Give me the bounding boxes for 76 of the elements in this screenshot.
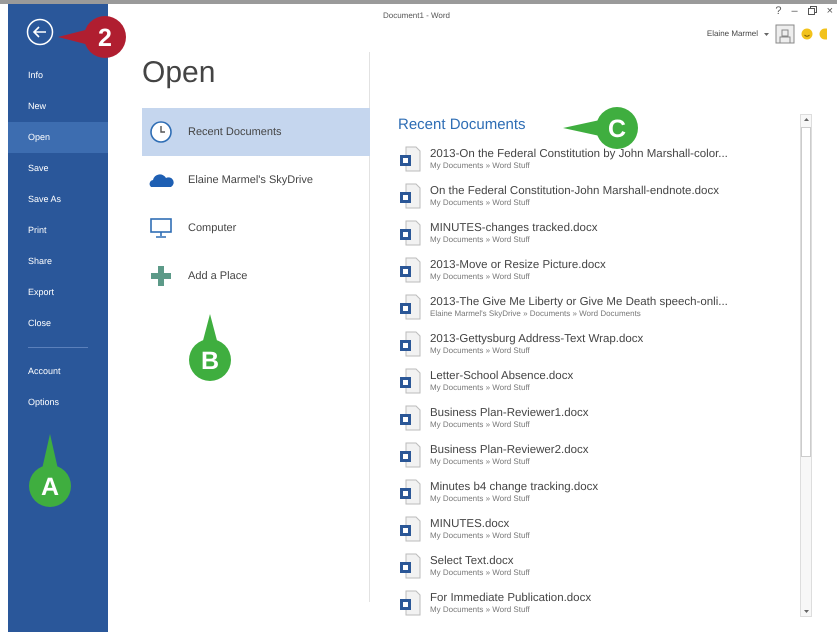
document-path: My Documents » Word Stuff [430,346,531,356]
sidebar-item[interactable]: Close [8,308,108,339]
word-document-icon [399,553,421,579]
smiley-icon[interactable] [801,28,813,40]
restore-icon[interactable] [808,6,817,15]
document-path: My Documents » Word Stuff [430,235,531,246]
document-path: My Documents » Word Stuff [430,161,531,172]
place-item[interactable]: Elaine Marmel's SkyDrive [142,156,370,204]
word-document-icon [399,146,421,172]
place-item[interactable]: Add a Place [142,252,370,300]
document-name[interactable]: On the Federal Constitution-John Marshall-endnote.docx [430,184,719,198]
cloud-icon [148,172,174,188]
document-path: My Documents » Word Stuff [430,531,530,542]
sidebar-item[interactable]: Account [8,356,108,387]
word-document-icon [399,479,421,505]
document-path: My Documents » Word Stuff [430,605,531,616]
document-path: My Documents » Word Stuff [430,494,531,504]
document-name[interactable]: For Immediate Publication.docx [430,590,592,606]
word-document-icon [399,368,421,394]
place-item[interactable]: Computer [142,204,370,252]
close-button[interactable]: × [826,6,833,17]
dropdown-caret-icon[interactable] [764,32,769,36]
word-document-icon [399,257,421,283]
document-path: My Documents » Word Stuff [430,198,531,208]
document-name[interactable]: Business Plan-Reviewer1.docx [430,406,589,420]
document-name[interactable]: MINUTES-changes tracked.docx [430,220,598,236]
sidebar-item[interactable]: Export [8,277,108,308]
document-name[interactable]: 2013-On the Federal Constitution by John Marshall-color... [430,146,728,162]
scroll-down-icon[interactable] [804,610,808,613]
document-name[interactable]: 2013-Gettysburg Address-Text Wrap.docx [430,332,644,346]
plus-icon [150,265,172,287]
word-document-icon [399,220,421,246]
sidebar-item[interactable]: Info [8,60,108,91]
document-name[interactable]: 2013-The Give Me Liberty or Give Me Death speech-onli... [430,294,728,310]
sidebar-item[interactable]: Share [8,246,108,277]
word-document-icon [399,294,421,320]
place-item[interactable]: Recent Documents [142,108,370,156]
word-document-icon [399,183,421,209]
callout-label: 2 [98,24,112,52]
callout-label: C [608,115,626,143]
document-name[interactable]: MINUTES.docx [430,516,530,532]
word-document-icon [399,516,421,542]
document-path: My Documents » Word Stuff [430,420,531,430]
document-path: My Documents » Word Stuff [430,272,531,282]
page-heading: Open [142,58,216,88]
callout-label: A [40,473,60,501]
word-document-icon [399,442,421,468]
help-button[interactable]: ? [775,6,782,17]
section-heading: Recent Documents [398,115,526,135]
document-path: Elaine Marmel's SkyDrive » Documents » Word Documents [430,309,642,320]
sidebar-item[interactable]: Options [8,387,108,418]
clock-icon [149,120,173,144]
sidebar-item[interactable]: New [8,91,108,122]
document-path: My Documents » Word Stuff [430,383,531,394]
document-name[interactable]: Business Plan-Reviewer2.docx [430,442,589,458]
sidebar-item[interactable]: Save As [8,184,108,215]
word-document-icon [399,331,421,357]
sidebar-item[interactable]: Print [8,215,108,246]
window-title: Document1 - Word [383,10,450,22]
back-button[interactable] [26,18,54,46]
document-name[interactable]: Letter-School Absence.docx [430,368,574,384]
monitor-icon [149,217,173,239]
user-name[interactable]: Elaine Marmel [706,28,758,40]
document-name[interactable]: Minutes b4 change tracking.docx [430,480,598,494]
word-document-icon [399,405,421,431]
avatar-icon[interactable] [775,24,795,44]
word-document-icon [399,590,421,616]
sidebar-item[interactable]: Open [8,122,108,153]
scroll-up-icon[interactable] [804,118,808,121]
document-path: My Documents » Word Stuff [430,457,531,468]
sidebar-item[interactable]: Save [8,153,108,184]
document-path: My Documents » Word Stuff [430,568,530,578]
document-name[interactable]: Select Text.docx [430,554,530,568]
callout-label: B [200,347,220,375]
document-name[interactable]: 2013-Move or Resize Picture.docx [430,258,606,272]
minimize-button[interactable]: – [791,6,798,17]
